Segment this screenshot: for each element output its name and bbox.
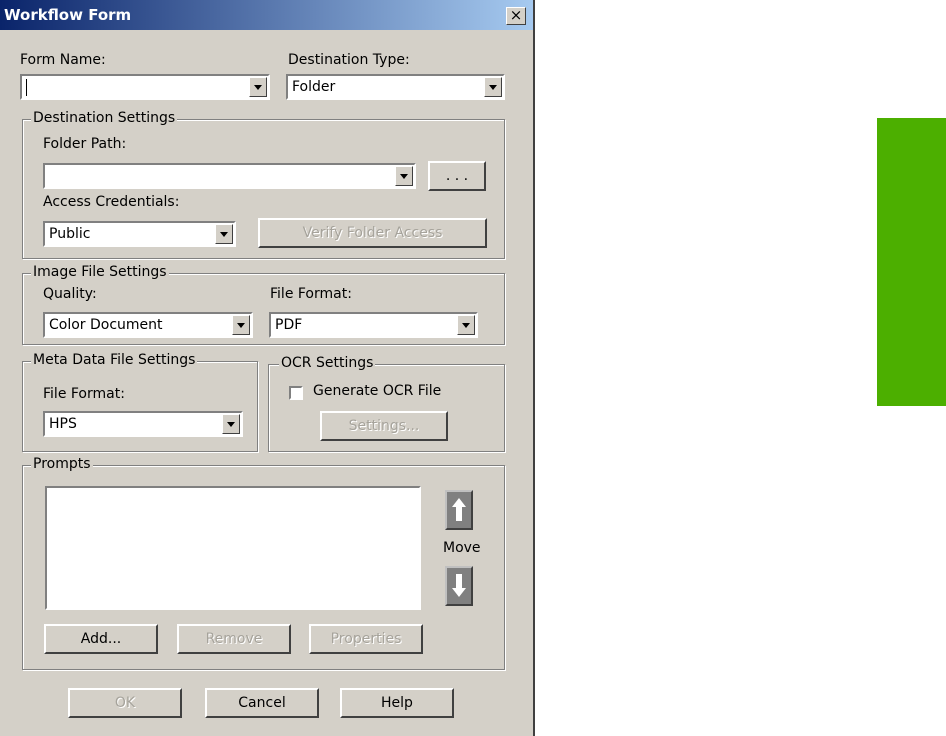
chevron-down-icon[interactable] bbox=[222, 414, 240, 434]
destination-type-combo[interactable]: Folder bbox=[286, 74, 505, 100]
meta-file-format-combo[interactable]: HPS bbox=[43, 411, 243, 437]
image-file-settings-title: Image File Settings bbox=[31, 264, 169, 280]
arrow-up-icon bbox=[452, 498, 466, 521]
folder-path-label: Folder Path: bbox=[43, 136, 127, 152]
ok-button[interactable]: OK bbox=[68, 688, 182, 718]
chevron-down-icon[interactable] bbox=[215, 224, 233, 244]
form-name-combo[interactable] bbox=[20, 74, 270, 100]
chevron-down-icon[interactable] bbox=[395, 166, 413, 186]
image-file-format-combo[interactable]: PDF bbox=[269, 312, 478, 338]
move-up-button[interactable] bbox=[445, 490, 473, 530]
destination-type-value: Folder bbox=[292, 79, 336, 95]
close-button[interactable]: × bbox=[506, 7, 526, 25]
meta-data-settings-group bbox=[22, 361, 258, 452]
window-title: Workflow Form bbox=[4, 6, 132, 24]
move-label: Move bbox=[443, 540, 481, 556]
text-caret bbox=[26, 79, 27, 96]
meta-file-format-label: File Format: bbox=[43, 386, 125, 402]
add-prompt-button[interactable]: Add... bbox=[44, 624, 158, 654]
access-credentials-label: Access Credentials: bbox=[43, 194, 180, 210]
generate-ocr-checkbox[interactable] bbox=[289, 386, 303, 400]
browse-button[interactable]: . . . bbox=[428, 161, 486, 191]
form-name-label: Form Name: bbox=[20, 52, 106, 68]
quality-combo[interactable]: Color Document bbox=[43, 312, 253, 338]
generate-ocr-label: Generate OCR File bbox=[313, 383, 442, 399]
meta-file-format-value: HPS bbox=[49, 416, 77, 432]
quality-label: Quality: bbox=[43, 286, 97, 302]
destination-settings-title: Destination Settings bbox=[31, 110, 178, 126]
meta-data-settings-title: Meta Data File Settings bbox=[31, 352, 198, 368]
remove-prompt-button[interactable]: Remove bbox=[177, 624, 291, 654]
access-credentials-value: Public bbox=[49, 226, 91, 242]
verify-folder-access-button[interactable]: Verify Folder Access bbox=[258, 218, 487, 248]
ocr-settings-title: OCR Settings bbox=[279, 355, 376, 371]
prompts-title: Prompts bbox=[31, 456, 93, 472]
workflow-form-dialog: Workflow Form × Form Name: Destination T… bbox=[0, 0, 535, 736]
folder-path-combo[interactable] bbox=[43, 163, 416, 189]
accent-bar bbox=[877, 118, 946, 406]
help-button[interactable]: Help bbox=[340, 688, 454, 718]
move-down-button[interactable] bbox=[445, 566, 473, 606]
chevron-down-icon[interactable] bbox=[484, 77, 502, 97]
quality-value: Color Document bbox=[49, 317, 163, 333]
chevron-down-icon[interactable] bbox=[249, 77, 267, 97]
arrow-down-icon bbox=[452, 574, 466, 597]
ocr-settings-button[interactable]: Settings... bbox=[320, 411, 448, 441]
prompts-list[interactable] bbox=[45, 486, 421, 610]
close-icon: × bbox=[509, 6, 523, 24]
title-bar[interactable]: Workflow Form × bbox=[0, 0, 533, 30]
image-file-format-value: PDF bbox=[275, 317, 303, 333]
image-file-format-label: File Format: bbox=[270, 286, 352, 302]
destination-type-label: Destination Type: bbox=[288, 52, 410, 68]
access-credentials-combo[interactable]: Public bbox=[43, 221, 236, 247]
chevron-down-icon[interactable] bbox=[457, 315, 475, 335]
chevron-down-icon[interactable] bbox=[232, 315, 250, 335]
cancel-button[interactable]: Cancel bbox=[205, 688, 319, 718]
properties-button[interactable]: Properties bbox=[309, 624, 423, 654]
